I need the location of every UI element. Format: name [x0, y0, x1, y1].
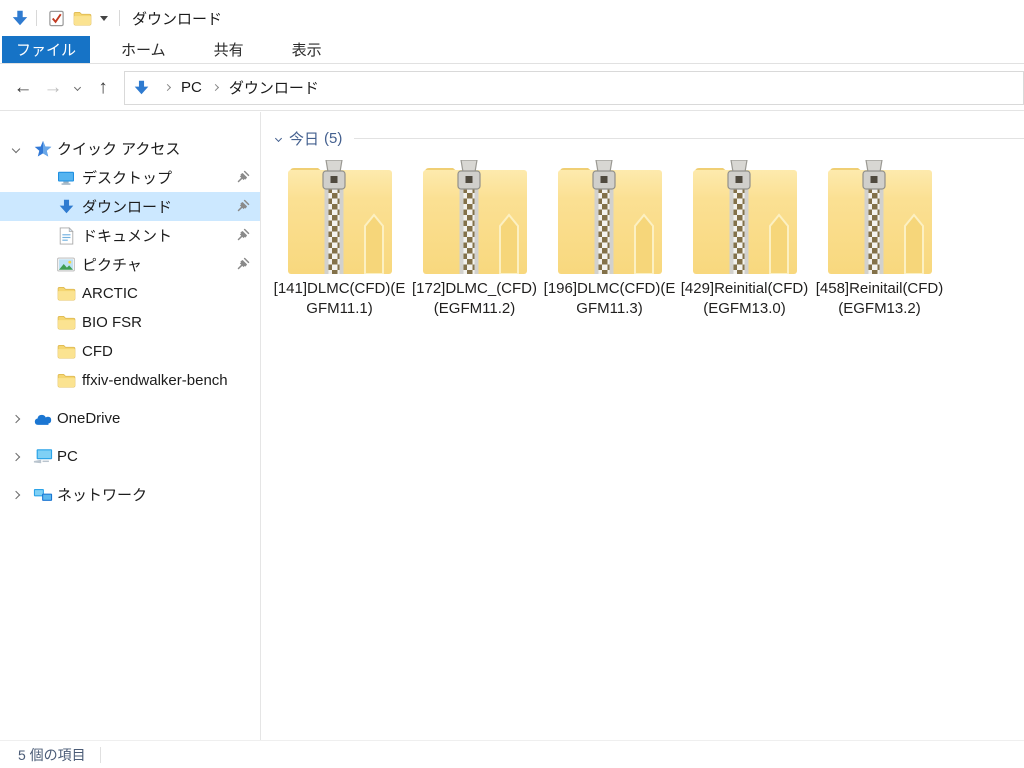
zip-folder-icon: [693, 160, 797, 274]
folder-icon: [56, 344, 76, 359]
sidebar-item-label: OneDrive: [57, 410, 121, 427]
sidebar-item-downloads[interactable]: ダウンロード: [0, 192, 260, 221]
ribbon-tabs: ファイル ホーム 共有 表示: [0, 36, 1024, 64]
sidebar-item-bio-fsr[interactable]: BIO FSR: [0, 308, 260, 337]
file-list-area: 今日 (5) [141]DLMC(CFD)(EGFM11.1) [172]DLM…: [261, 112, 1024, 740]
sidebar-item-label: ドキュメント: [82, 228, 173, 245]
divider: [99, 746, 101, 763]
tab-file[interactable]: ファイル: [2, 36, 91, 63]
sidebar-item-label: ダウンロード: [82, 199, 173, 216]
sidebar-item-pictures[interactable]: ピクチャ: [0, 250, 260, 279]
chevron-right-icon[interactable]: [10, 452, 22, 461]
sidebar-item-cfd[interactable]: CFD: [0, 337, 260, 366]
chevron-right-icon[interactable]: [10, 414, 22, 423]
zip-folder-icon: [288, 160, 392, 274]
chevron-down-icon: [100, 15, 108, 21]
pin-icon: [237, 170, 250, 183]
breadcrumb-downloads[interactable]: ダウンロード: [225, 77, 323, 98]
file-item[interactable]: [458]Reinitail(CFD)(EGFM13.2): [812, 160, 947, 319]
properties-button[interactable]: [43, 6, 69, 30]
customize-quick-access-toolbar-button[interactable]: [95, 6, 113, 30]
group-label: 今日: [289, 131, 320, 148]
status-bar: 5 個の項目: [0, 740, 1024, 768]
file-grid: [141]DLMC(CFD)(EGFM11.1) [172]DLMC_(CFD)…: [272, 160, 1024, 319]
document-icon: [56, 227, 76, 245]
onedrive-cloud-icon: [33, 412, 53, 426]
sidebar-item-label: CFD: [82, 343, 113, 360]
quick-access-star-icon: [33, 140, 53, 158]
pin-icon: [237, 199, 250, 212]
file-name: [172]DLMC_(CFD)(EGFM11.2): [411, 280, 538, 317]
navigation-bar: ← → ↑ PC ダウンロード: [0, 65, 1024, 111]
zip-folder-icon: [828, 160, 932, 274]
folder-icon: [56, 373, 76, 388]
chevron-right-icon[interactable]: [163, 83, 172, 92]
tab-home[interactable]: ホーム: [104, 36, 183, 63]
network-icon: [33, 486, 53, 503]
file-name: [196]DLMC(CFD)(EGFM11.3): [543, 280, 676, 317]
sidebar-item-desktop[interactable]: デスクトップ: [0, 163, 260, 192]
address-bar[interactable]: PC ダウンロード: [124, 70, 1024, 105]
group-count: (5): [324, 130, 343, 147]
window-title: ダウンロード: [132, 10, 223, 28]
pin-icon: [237, 257, 250, 270]
back-button[interactable]: ←: [8, 78, 38, 97]
pin-icon: [237, 228, 250, 241]
file-item[interactable]: [172]DLMC_(CFD)(EGFM11.2): [407, 160, 542, 319]
forward-button[interactable]: →: [38, 78, 68, 97]
zip-folder-icon: [558, 160, 662, 274]
up-button[interactable]: ↑: [88, 78, 118, 97]
file-name: [458]Reinitail(CFD)(EGFM13.2): [815, 280, 944, 317]
pictures-icon: [56, 257, 76, 272]
divider: [36, 10, 37, 26]
breadcrumb-pc[interactable]: PC: [177, 79, 206, 96]
new-folder-button[interactable]: [69, 6, 95, 30]
sidebar-item-documents[interactable]: ドキュメント: [0, 221, 260, 250]
navigation-pane: クイック アクセス デスクトップ ダウンロード ドキュメント ピクチャ ARCT…: [0, 112, 261, 740]
sidebar-item-label: クイック アクセス: [57, 141, 181, 158]
sidebar-item-network[interactable]: ネットワーク: [0, 480, 260, 509]
chevron-down-icon[interactable]: [10, 144, 22, 153]
item-count: 5 個の項目: [18, 746, 86, 763]
sidebar-item-label: PC: [57, 448, 78, 465]
chevron-right-icon[interactable]: [10, 490, 22, 499]
tab-share[interactable]: 共有: [197, 36, 261, 63]
main-area: クイック アクセス デスクトップ ダウンロード ドキュメント ピクチャ ARCT…: [0, 112, 1024, 740]
file-name: [141]DLMC(CFD)(EGFM11.1): [273, 280, 406, 317]
pc-icon: [33, 448, 53, 465]
sidebar-item-arctic[interactable]: ARCTIC: [0, 279, 260, 308]
sidebar-item-label: ネットワーク: [57, 487, 148, 504]
chevron-down-icon[interactable]: [274, 134, 283, 143]
folder-icon: [56, 315, 76, 330]
folder-icon: [56, 286, 76, 301]
sidebar-item-onedrive[interactable]: OneDrive: [0, 404, 260, 433]
sidebar-item-label: デスクトップ: [82, 170, 173, 187]
chevron-down-icon: [73, 83, 81, 92]
divider: [119, 10, 120, 26]
file-item[interactable]: [141]DLMC(CFD)(EGFM11.1): [272, 160, 407, 319]
group-header-today[interactable]: 今日 (5): [274, 128, 1024, 149]
chevron-right-icon[interactable]: [211, 83, 219, 92]
sidebar-item-label: ARCTIC: [82, 285, 138, 302]
title-bar: ダウンロード: [0, 0, 1024, 36]
file-item[interactable]: [196]DLMC(CFD)(EGFM11.3): [542, 160, 677, 319]
file-name: [429]Reinitial(CFD)(EGFM13.0): [680, 280, 809, 317]
sidebar-item-ffxiv-endwalker-bench[interactable]: ffxiv-endwalker-bench: [0, 366, 260, 395]
download-arrow-icon: [56, 198, 76, 215]
sidebar-item-label: ffxiv-endwalker-bench: [82, 372, 228, 389]
group-rule: [354, 138, 1024, 139]
file-item[interactable]: [429]Reinitial(CFD)(EGFM13.0): [677, 160, 812, 319]
zip-folder-icon: [423, 160, 527, 274]
desktop-icon: [56, 170, 76, 186]
sidebar-item-label: BIO FSR: [82, 314, 143, 331]
sidebar-item-label: ピクチャ: [82, 257, 142, 274]
recent-locations-button[interactable]: [68, 83, 86, 92]
downloads-folder-icon: [133, 79, 150, 96]
window-downloads-icon: [10, 8, 30, 28]
tab-view[interactable]: 表示: [275, 36, 339, 63]
sidebar-item-pc[interactable]: PC: [0, 442, 260, 471]
sidebar-item-quick-access[interactable]: クイック アクセス: [0, 134, 260, 163]
